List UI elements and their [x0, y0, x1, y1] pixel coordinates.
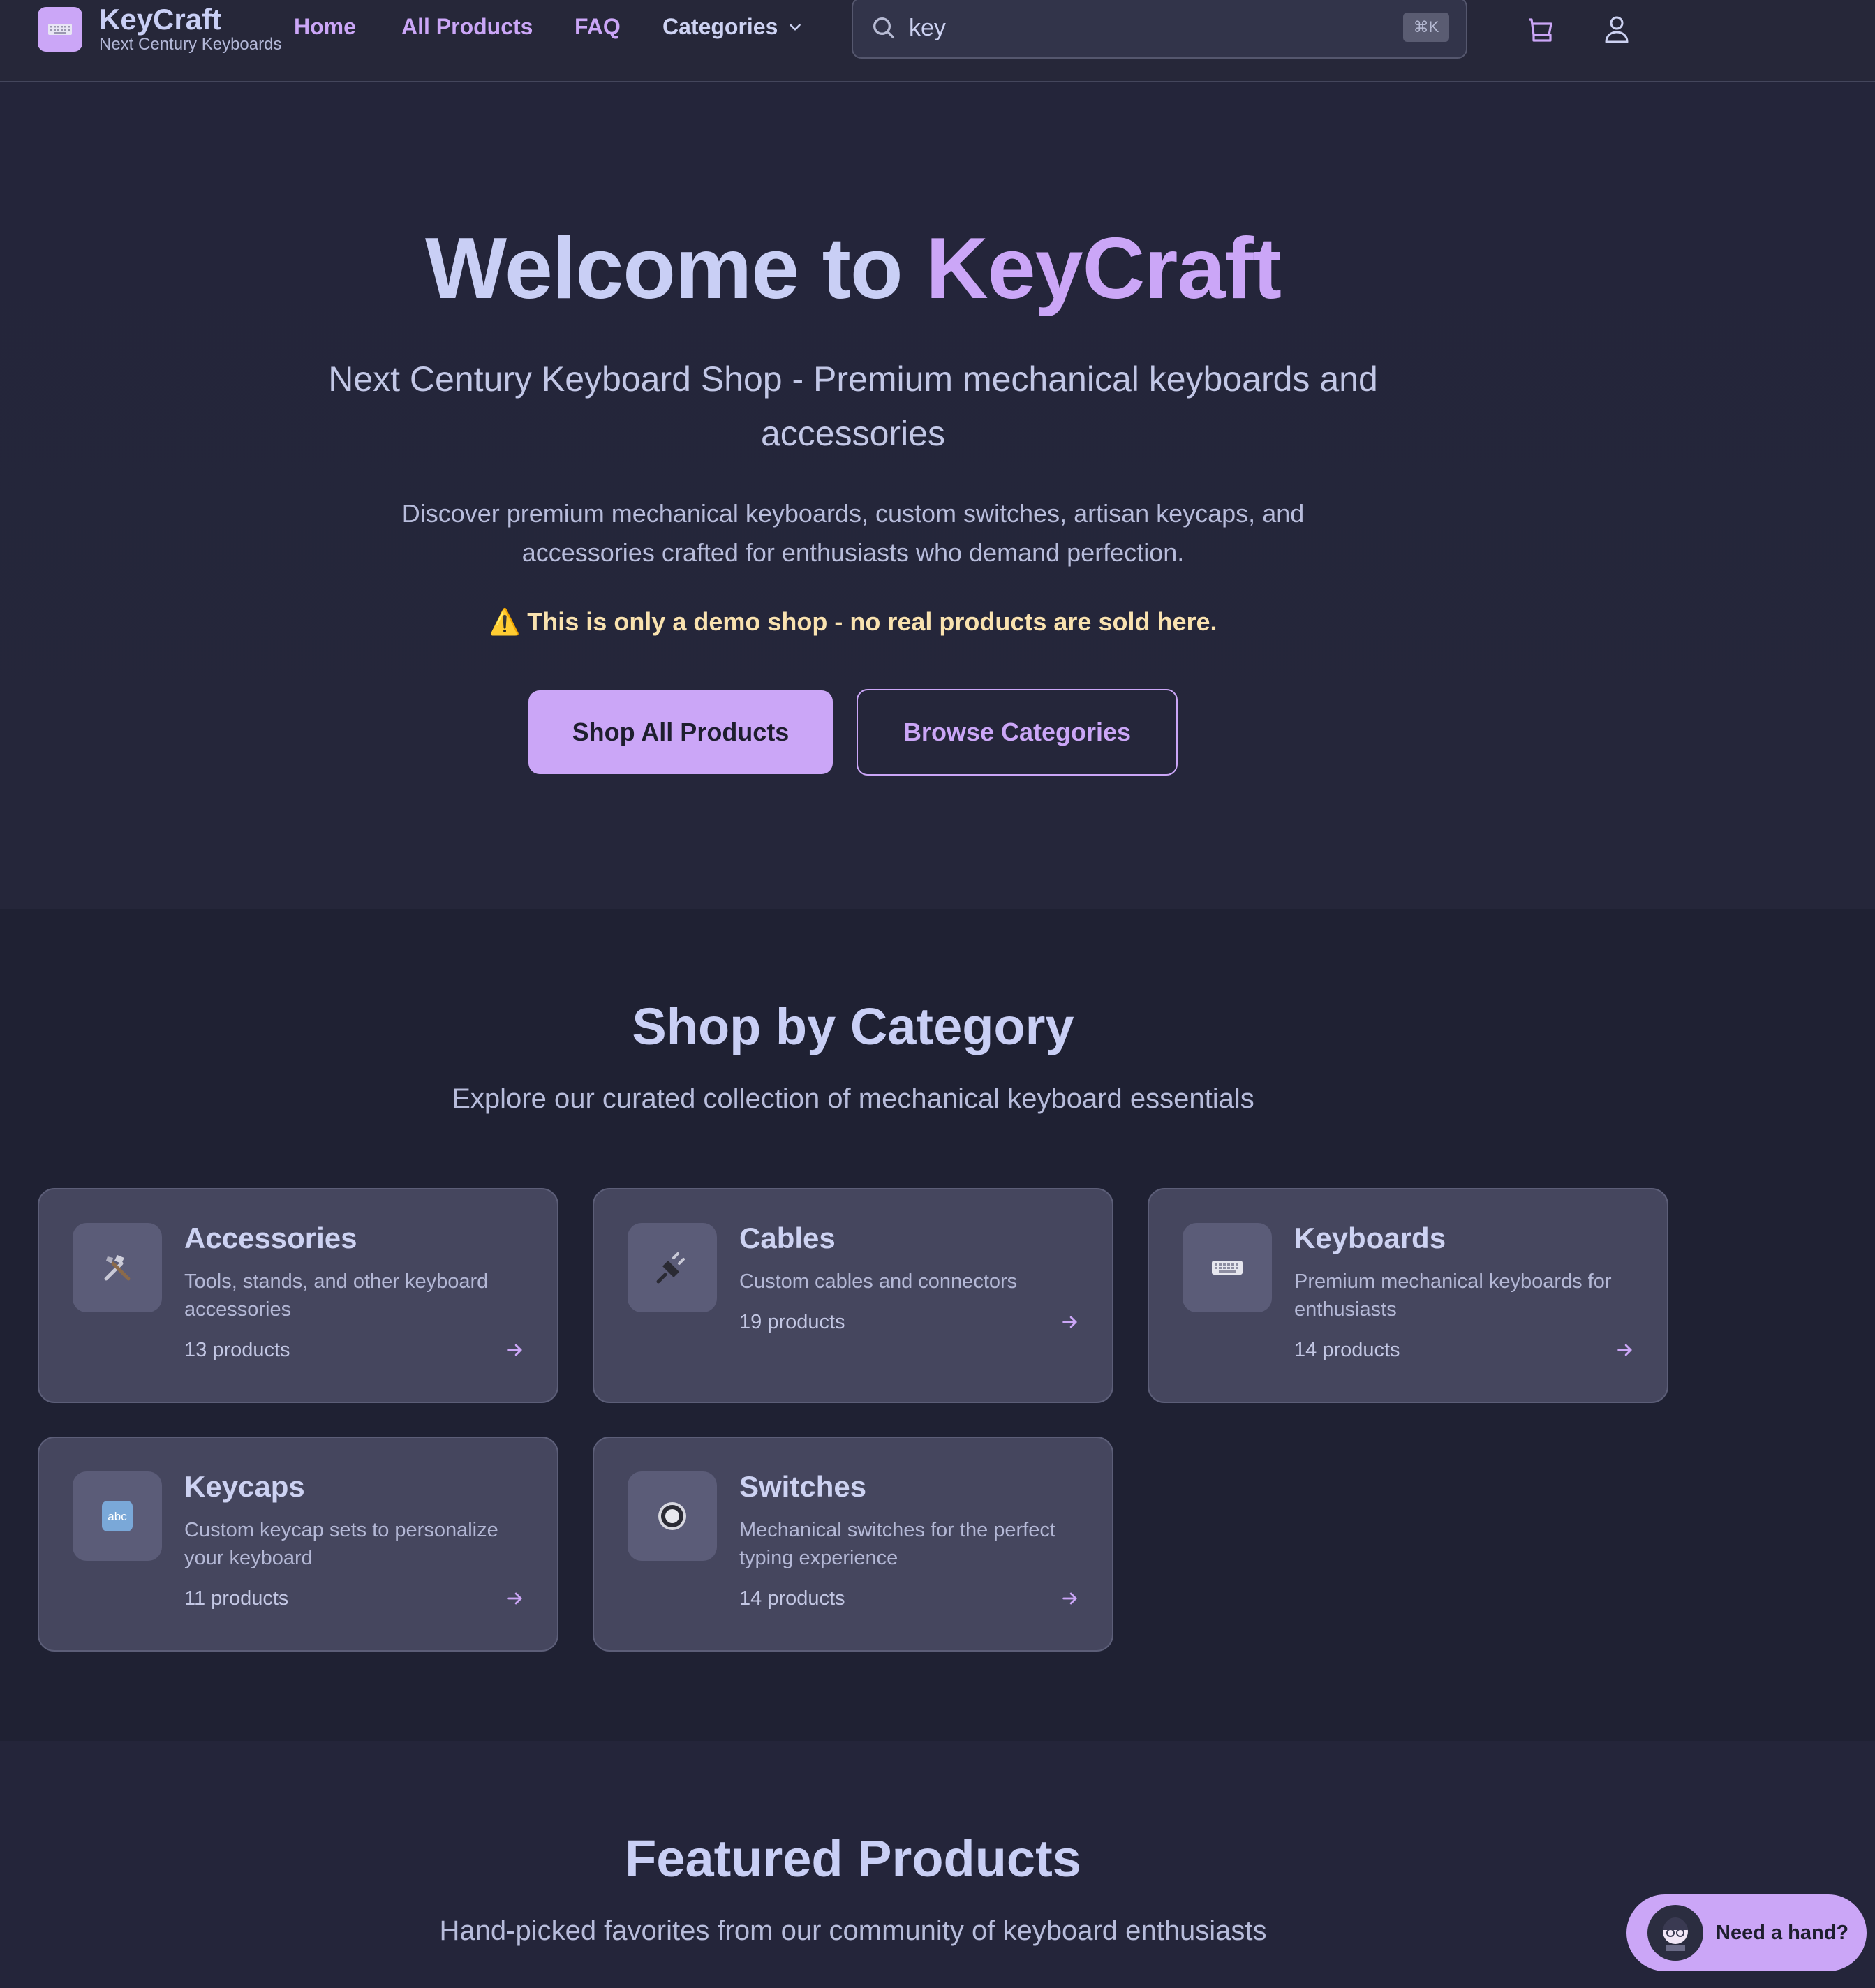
category-card-keyboards[interactable]: Keyboards Premium mechanical keyboards f…: [1148, 1188, 1668, 1403]
category-name: Keyboards: [1294, 1222, 1446, 1254]
category-description: Custom cables and connectors: [739, 1270, 1018, 1293]
category-count: 14 products: [739, 1587, 845, 1610]
category-name: Accessories: [184, 1222, 357, 1254]
category-count: 13 products: [184, 1339, 290, 1361]
category-count: 19 products: [739, 1311, 845, 1333]
arrow-right-icon: [1062, 1592, 1077, 1605]
hero-title-prefix: Welcome to: [425, 221, 926, 317]
category-description: Mechanical switches for the perfect typi…: [739, 1519, 1055, 1569]
nav-home[interactable]: Home: [294, 14, 356, 40]
arrow-right-icon: [507, 1592, 522, 1605]
demo-warning: ⚠️ This is only a demo shop - no real pr…: [489, 607, 1217, 636]
tools-icon: [73, 1223, 162, 1312]
hero-section: Welcome to KeyCraft Next Century Keyboar…: [0, 82, 1875, 909]
need-help-button[interactable]: Need a hand?: [1626, 1894, 1867, 1971]
nav-categories-dropdown[interactable]: Categories: [662, 14, 804, 40]
category-description: Premium mechanical keyboards for enthusi…: [1294, 1270, 1612, 1321]
category-description: Tools, stands, and other keyboard access…: [184, 1270, 489, 1321]
featured-title: Featured Products: [625, 1830, 1081, 1887]
radio-button-icon: [628, 1471, 717, 1561]
categories-section: Shop by Category Explore our curated col…: [0, 909, 1875, 1741]
categories-subtitle: Explore our curated collection of mechan…: [452, 1083, 1254, 1114]
logo[interactable]: [38, 7, 82, 52]
featured-subtitle: Hand-picked favorites from our community…: [439, 1915, 1267, 1946]
search-shortcut-badge: ⌘K: [1403, 13, 1449, 42]
category-card-switches[interactable]: Switches Mechanical switches for the per…: [593, 1437, 1113, 1652]
site-header: KeyCraft Next Century Keyboards Home All…: [0, 0, 1875, 82]
category-description: Custom keycap sets to personalize your k…: [184, 1519, 498, 1569]
category-count: 14 products: [1294, 1339, 1400, 1361]
categories-title: Shop by Category: [632, 997, 1074, 1055]
category-count: 11 products: [184, 1587, 289, 1610]
svg-text:abc: abc: [108, 1510, 127, 1523]
category-card-keycaps[interactable]: abc Keycaps Custom keycap sets to person…: [38, 1437, 558, 1652]
brand-subtitle: Next Century Keyboards: [99, 35, 282, 54]
arrow-right-icon: [507, 1344, 522, 1356]
search-bar: ⌘K: [852, 0, 1467, 59]
assistant-avatar-icon: [1647, 1905, 1703, 1961]
cart-icon[interactable]: [1523, 13, 1557, 46]
arrow-right-icon: [1617, 1344, 1632, 1356]
abc-icon: abc: [73, 1471, 162, 1561]
category-card-cables[interactable]: Cables Custom cables and connectors 19 p…: [593, 1188, 1113, 1403]
hero-subtitle: Next Century Keyboard Shop - Premium mec…: [328, 359, 1378, 453]
need-help-label: Need a hand?: [1716, 1921, 1849, 1944]
category-name: Keycaps: [184, 1470, 305, 1503]
featured-section: Featured Products Hand-picked favorites …: [0, 1741, 1875, 1988]
plug-icon: [628, 1223, 717, 1312]
hero-title-accent: KeyCraft: [926, 221, 1282, 317]
hero-title: Welcome to KeyCraft: [0, 219, 1706, 318]
nav-faq[interactable]: FAQ: [575, 14, 621, 40]
chevron-down-icon: [790, 23, 801, 31]
browse-categories-button[interactable]: Browse Categories: [857, 689, 1178, 776]
brand-name[interactable]: KeyCraft: [99, 3, 221, 36]
arrow-right-icon: [1062, 1316, 1077, 1328]
category-name: Cables: [739, 1222, 836, 1254]
keyboard-icon: [48, 24, 72, 35]
search-icon: [873, 17, 894, 38]
category-card-accessories[interactable]: Accessories Tools, stands, and other key…: [38, 1188, 558, 1403]
search-input[interactable]: [909, 11, 1370, 45]
hero-description: Discover premium mechanical keyboards, c…: [401, 499, 1305, 567]
shop-all-products-button[interactable]: Shop All Products: [528, 690, 833, 774]
user-icon[interactable]: [1600, 13, 1633, 46]
nav-all-products[interactable]: All Products: [401, 14, 533, 40]
nav-categories-label: Categories: [662, 14, 778, 39]
keyboard-icon: [1183, 1223, 1272, 1312]
category-name: Switches: [739, 1470, 867, 1503]
